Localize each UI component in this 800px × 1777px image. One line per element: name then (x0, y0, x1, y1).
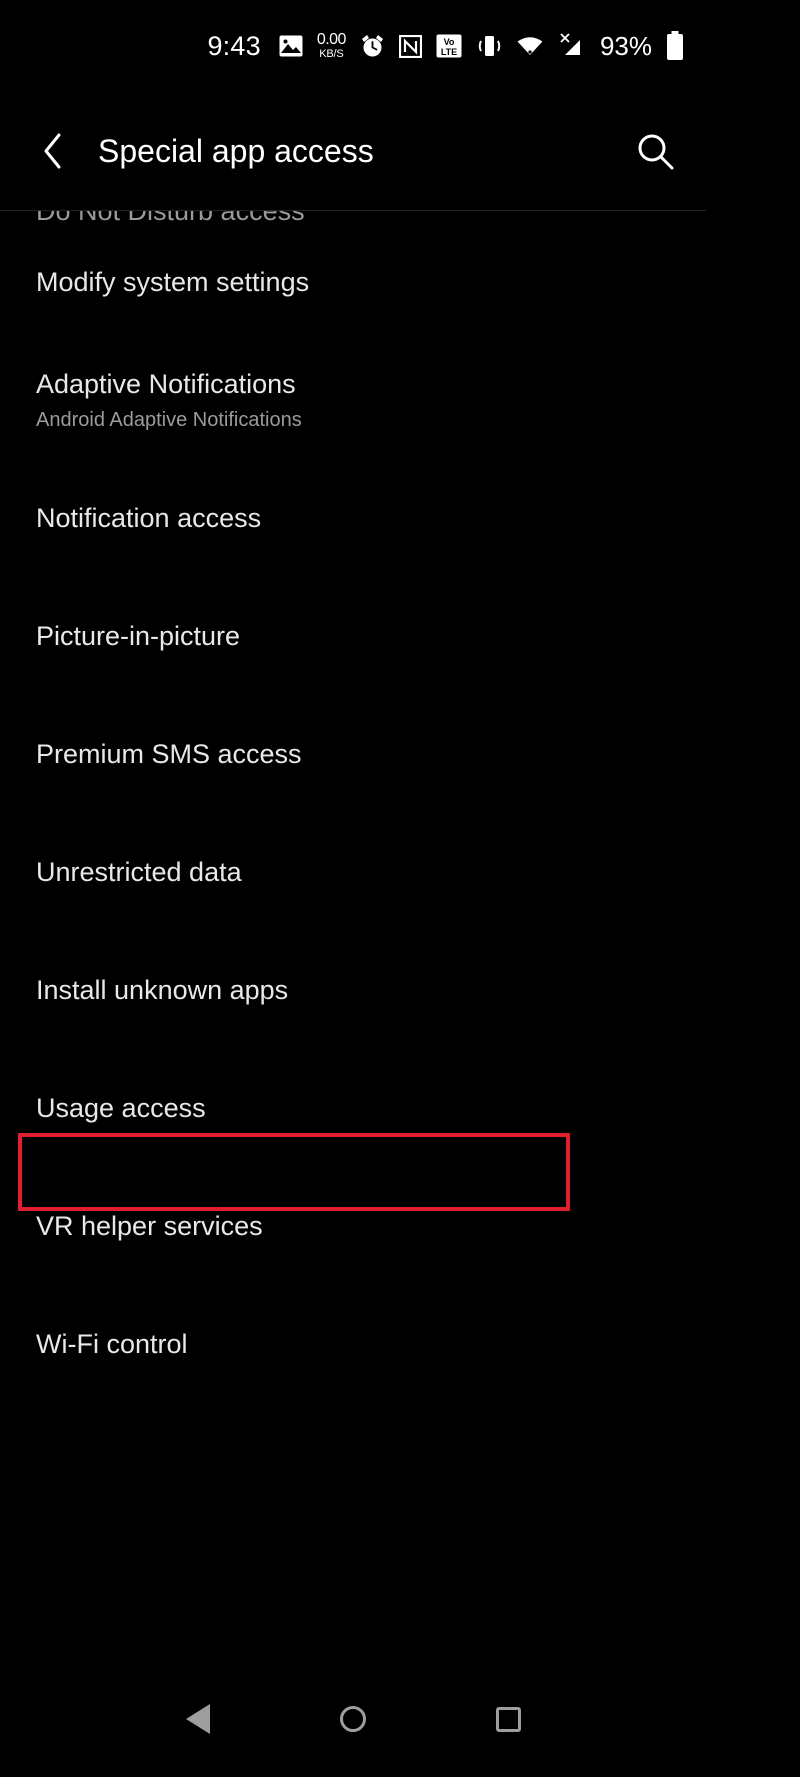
list-item-wifi-control[interactable]: Wi-Fi control (0, 1285, 706, 1403)
network-speed-value: 0.00 (316, 31, 347, 48)
special-app-access-list[interactable]: Do Not Disturb access Modify system sett… (0, 211, 706, 1661)
back-button[interactable] (30, 128, 76, 174)
list-item-title: Unrestricted data (36, 856, 242, 887)
phone-screen: 9:43 0.00 KB/S Vo LTE 93% Special app ac… (0, 0, 706, 1777)
volte-icon: Vo LTE (436, 34, 462, 58)
network-speed-icon: 0.00 KB/S (316, 31, 347, 60)
nav-back-button[interactable] (168, 1689, 228, 1749)
status-bar: 9:43 0.00 KB/S Vo LTE 93% (0, 0, 706, 92)
svg-text:Vo: Vo (444, 37, 455, 47)
list-item-title: VR helper services (36, 1210, 263, 1241)
list-item-picture-in-picture[interactable]: Picture-in-picture (0, 577, 706, 695)
status-clock: 9:43 (207, 30, 261, 61)
search-button[interactable] (630, 126, 680, 176)
alarm-icon (360, 34, 385, 59)
list-item-title: Notification access (36, 502, 262, 533)
search-icon (638, 134, 674, 170)
vibrate-icon (476, 34, 502, 58)
list-item-title: Wi-Fi control (36, 1328, 188, 1359)
list-item-title: Picture-in-picture (36, 620, 241, 651)
svg-text:LTE: LTE (441, 47, 457, 57)
list-item-title: Install unknown apps (36, 974, 289, 1005)
battery-icon (666, 31, 684, 61)
nav-home-button[interactable] (323, 1689, 383, 1749)
list-item-adaptive-notifications[interactable]: Adaptive Notifications Android Adaptive … (0, 341, 706, 459)
list-item-usage-access[interactable]: Usage access (0, 1049, 706, 1167)
list-item-do-not-disturb-access[interactable]: Do Not Disturb access (0, 211, 706, 226)
app-bar: Special app access (0, 92, 706, 210)
list-item-install-unknown-apps[interactable]: Install unknown apps (0, 931, 706, 1049)
chevron-left-icon (44, 133, 61, 169)
list-item-title: Premium SMS access (36, 738, 302, 769)
triangle-back-icon (185, 1704, 210, 1734)
mobile-signal-no-service-icon (558, 33, 584, 59)
list-item-unrestricted-data[interactable]: Unrestricted data (0, 813, 706, 931)
nfc-icon (398, 34, 422, 58)
circle-home-icon (339, 1706, 366, 1732)
battery-percent-label: 93% (599, 30, 652, 61)
network-speed-unit: KB/S (319, 48, 344, 60)
list-item-title: Modify system settings (36, 266, 310, 297)
wifi-icon (516, 35, 544, 58)
list-item-title: Usage access (36, 1092, 206, 1123)
nav-recents-button[interactable] (478, 1689, 538, 1749)
list-item-vr-helper-services[interactable]: VR helper services (0, 1167, 706, 1285)
image-icon (279, 35, 303, 57)
android-navigation-bar (0, 1661, 706, 1777)
list-item-premium-sms-access[interactable]: Premium SMS access (0, 695, 706, 813)
list-item-subtitle: Android Adaptive Notifications (36, 409, 302, 432)
page-title: Special app access (98, 132, 374, 169)
list-item-modify-system-settings[interactable]: Modify system settings (0, 223, 706, 341)
status-bar-items: 9:43 0.00 KB/S Vo LTE 93% (207, 31, 684, 62)
list-item-title: Adaptive Notifications (36, 368, 296, 399)
list-item-notification-access[interactable]: Notification access (0, 459, 706, 577)
square-recents-icon (495, 1706, 521, 1732)
